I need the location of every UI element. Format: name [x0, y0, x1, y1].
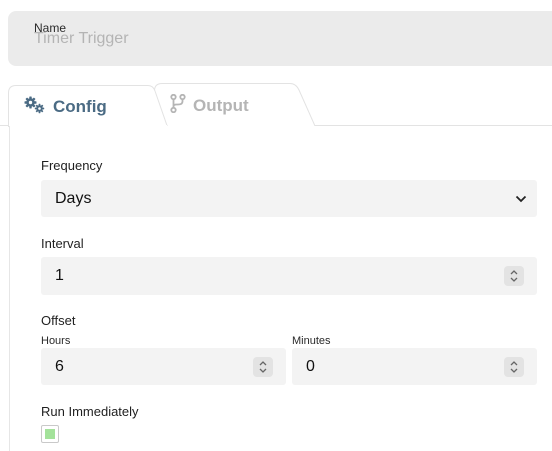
minutes-stepper[interactable]: [504, 356, 524, 377]
frequency-select[interactable]: Days: [41, 180, 537, 217]
frequency-label: Frequency: [41, 158, 103, 173]
cogs-icon: [24, 96, 46, 119]
tab-config-label: Config: [53, 97, 107, 116]
tab-config[interactable]: Config: [8, 85, 168, 127]
chevron-down-icon: [515, 190, 527, 208]
checkbox-fill: [45, 429, 55, 439]
name-input[interactable]: Timer Trigger: [34, 30, 129, 48]
minutes-label: Minutes: [292, 335, 331, 347]
hours-value: 6: [55, 357, 64, 375]
tab-output[interactable]: Output: [154, 83, 316, 126]
name-field[interactable]: Name Timer Trigger: [8, 11, 552, 66]
hours-input[interactable]: 6: [41, 348, 286, 385]
fork-icon: [170, 93, 186, 118]
minutes-input[interactable]: 0: [292, 348, 537, 385]
interval-input[interactable]: 1: [41, 257, 537, 295]
interval-value: 1: [55, 267, 64, 284]
frequency-value: Days: [55, 189, 92, 207]
run-immediately-label: Run Immediately: [41, 404, 139, 419]
offset-label: Offset: [41, 313, 76, 328]
run-immediately-checkbox[interactable]: [41, 425, 59, 443]
hours-stepper[interactable]: [253, 356, 273, 377]
interval-label: Interval: [41, 236, 84, 251]
hours-label: Hours: [41, 335, 71, 347]
interval-stepper[interactable]: [504, 266, 524, 286]
minutes-value: 0: [306, 357, 315, 375]
tab-output-label: Output: [193, 95, 249, 115]
